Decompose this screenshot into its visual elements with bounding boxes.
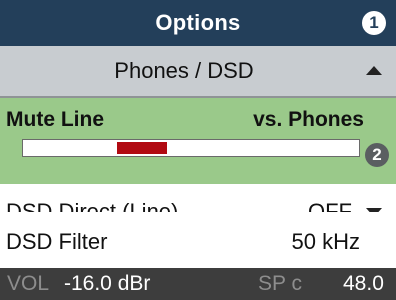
step-badge-1: 1 [362,11,386,35]
submenu-phones-dsd[interactable]: Phones / DSD [0,46,396,98]
mute-level-bar[interactable] [22,139,360,157]
step-badge-2: 2 [365,143,389,167]
submenu-label: Phones / DSD [114,58,254,83]
speaker-label: SP c [258,272,302,295]
vol-label: VOL [7,272,50,295]
mute-line-label: Mute Line [6,108,104,131]
dsd-filter-setting[interactable]: DSD Filter 50 kHz [0,214,396,270]
status-bar: VOL -16.0 dBr SP c 48.0 [0,268,396,300]
vs-phones-label: vs. Phones [253,108,364,131]
triangle-up-icon[interactable] [366,66,382,75]
mute-line-setting[interactable]: Mute Line vs. Phones 2 [0,98,396,184]
options-screen: Options 1 Phones / DSD Mute Line vs. Pho… [0,0,396,300]
vol-value: -16.0 dBr [64,272,151,295]
speaker-value: 48.0 [343,272,384,295]
page-title: Options [155,10,241,35]
dsd-filter-label: DSD Filter [6,229,108,254]
header-bar: Options 1 [0,0,396,46]
dsd-filter-value: 50 kHz [291,229,360,254]
mute-level-indicator [117,142,168,154]
